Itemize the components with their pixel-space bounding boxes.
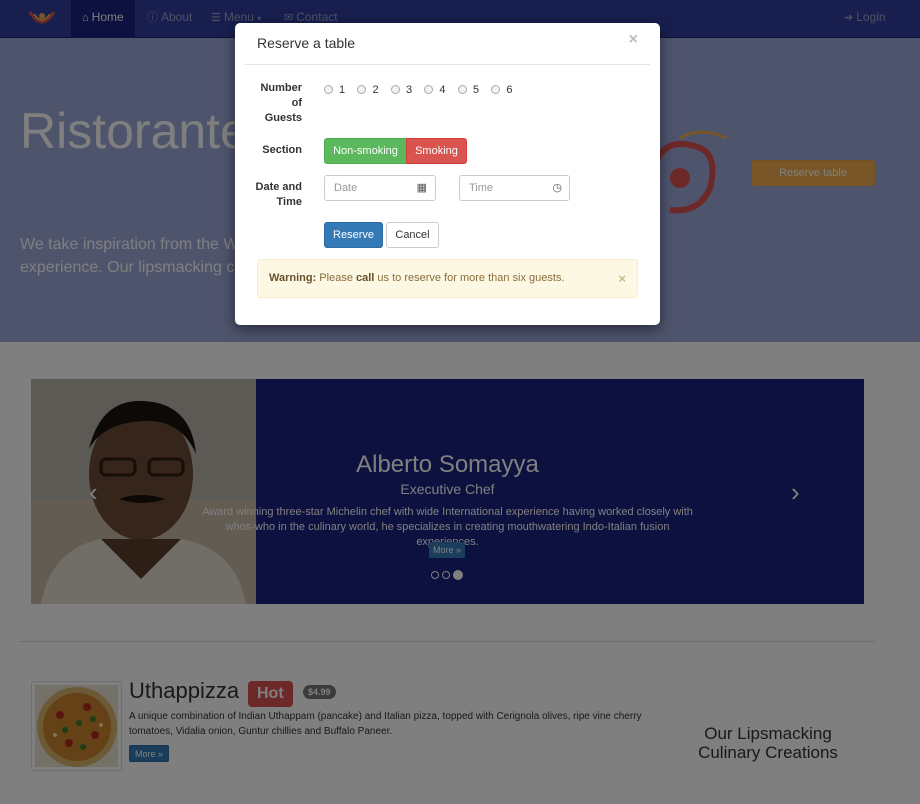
modal-header-divider: [245, 64, 650, 65]
radio-circle[interactable]: [424, 85, 434, 94]
radio-circle[interactable]: [457, 85, 467, 94]
clock-icon[interactable]: ◷: [552, 182, 562, 194]
date-input[interactable]: Date ▦: [324, 175, 436, 201]
date-time-label-line1: Date and: [255, 181, 302, 193]
section-label: Section: [262, 144, 302, 156]
modal-title: Reserve a table: [257, 35, 356, 51]
alert-text-1: Please: [316, 272, 356, 284]
guests-radio-5[interactable]: 5: [457, 84, 479, 96]
radio-circle[interactable]: [491, 85, 501, 94]
non-smoking-button[interactable]: Non-smoking: [324, 138, 407, 164]
radio-circle[interactable]: [324, 85, 333, 94]
guests-radio-2-label: 2: [372, 84, 379, 96]
guests-label-line2: of: [291, 97, 302, 109]
alert-text-2: us to reserve for more than six guests.: [374, 272, 565, 284]
guests-radio-5-label: 5: [472, 84, 479, 96]
guests-radio-1[interactable]: 1: [324, 84, 345, 96]
guests-label: Number of Guests: [255, 81, 302, 126]
date-time-label-line2: Time: [276, 196, 302, 208]
guests-radio-3[interactable]: 3: [390, 84, 413, 96]
guests-radio-4-label: 4: [439, 84, 446, 96]
smoking-button[interactable]: Smoking: [406, 138, 467, 164]
guests-radio-6-label: 6: [506, 84, 513, 96]
guests-label-line3: Guests: [264, 112, 302, 124]
guests-radio-2[interactable]: 2: [357, 84, 379, 96]
time-placeholder: Time: [469, 182, 494, 194]
calendar-icon[interactable]: ▦: [417, 182, 427, 194]
warning-alert: Warning: Please call us to reserve for m…: [257, 259, 638, 298]
alert-strong: Warning:: [269, 272, 317, 284]
reserve-modal: Reserve a table × Number of Guests 1 2 3…: [235, 23, 660, 325]
guests-radio-group: 1 2 3 4 5 6: [324, 82, 521, 96]
date-placeholder: Date: [334, 182, 358, 194]
modal-close-button[interactable]: ×: [629, 31, 638, 49]
alert-call: call: [356, 272, 375, 284]
guests-radio-4[interactable]: 4: [424, 84, 446, 96]
radio-circle[interactable]: [357, 85, 367, 94]
time-input[interactable]: Time ◷: [459, 175, 570, 201]
cancel-button[interactable]: Cancel: [386, 222, 439, 248]
guests-radio-3-label: 3: [405, 84, 413, 96]
guests-label-line1: Number: [260, 82, 302, 94]
date-time-label: Date and Time: [245, 180, 302, 210]
radio-circle[interactable]: [390, 85, 400, 94]
alert-close-button[interactable]: ×: [618, 260, 626, 297]
guests-radio-6[interactable]: 6: [491, 84, 512, 96]
reserve-button[interactable]: Reserve: [324, 222, 383, 248]
guests-radio-1-label: 1: [339, 84, 346, 96]
